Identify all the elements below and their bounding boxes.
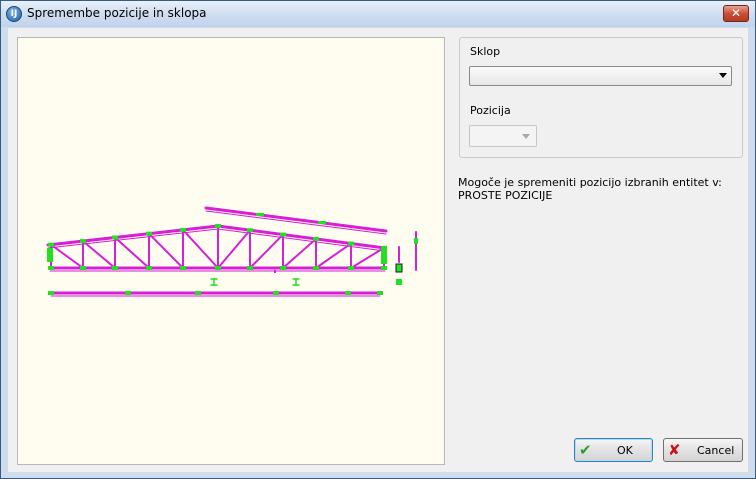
pozicija-dropdown[interactable] bbox=[469, 125, 537, 147]
connection-plate bbox=[180, 227, 186, 232]
info-line-2: PROSTE POZICIJE bbox=[458, 189, 553, 202]
web-diagonal bbox=[350, 246, 385, 269]
connection-plate bbox=[48, 242, 54, 247]
web-diagonal bbox=[182, 228, 219, 269]
connection-plate bbox=[345, 291, 351, 295]
connection-plate bbox=[348, 241, 354, 246]
chevron-down-icon bbox=[522, 134, 530, 139]
selected-block bbox=[395, 263, 403, 273]
connection-plate bbox=[414, 238, 418, 244]
connection-plate bbox=[381, 266, 387, 270]
dialog-window: IJ Spremembe pozicije in sklopa ✕ Sklop … bbox=[0, 0, 756, 479]
sklop-label: Sklop bbox=[470, 45, 501, 58]
connection-plate bbox=[313, 266, 319, 270]
connection-plate bbox=[396, 279, 402, 285]
connection-plate bbox=[48, 266, 54, 270]
small-mark bbox=[274, 270, 276, 273]
cancel-button[interactable]: ✘ Cancel bbox=[663, 438, 743, 462]
title-bar[interactable]: IJ Spremembe pozicije in sklopa ✕ bbox=[1, 1, 755, 27]
position-groupbox: Sklop Pozicija bbox=[459, 37, 743, 158]
top-chord-right-inner bbox=[217, 228, 386, 252]
cancel-icon: ✘ bbox=[668, 441, 681, 459]
connection-plate bbox=[313, 236, 319, 241]
dialog-body: Sklop Pozicija Mogoče je spremeniti pozi… bbox=[8, 28, 748, 472]
connection-plate bbox=[80, 239, 86, 244]
cancel-label: Cancel bbox=[697, 444, 735, 457]
web-diagonal bbox=[148, 232, 184, 269]
web-diagonal bbox=[315, 242, 352, 269]
end-plate-right bbox=[381, 250, 387, 264]
connection-plate bbox=[348, 266, 354, 270]
connection-plate bbox=[377, 291, 383, 295]
web-diagonal bbox=[217, 229, 251, 269]
ok-label: OK bbox=[617, 444, 633, 457]
connection-plate bbox=[215, 266, 221, 270]
connection-plate bbox=[195, 291, 201, 295]
roof-truss bbox=[46, 206, 418, 297]
connection-plate bbox=[381, 245, 387, 250]
top-chord-left bbox=[46, 224, 220, 247]
connection-plate bbox=[280, 266, 286, 270]
connection-plate bbox=[247, 228, 253, 233]
end-plate-left bbox=[47, 248, 53, 262]
checkmark-icon: ✔ bbox=[579, 441, 592, 459]
connection-plate bbox=[146, 266, 152, 270]
web-diagonal bbox=[114, 236, 150, 269]
connection-plate bbox=[112, 266, 118, 270]
sklop-dropdown[interactable] bbox=[469, 66, 732, 86]
connection-plate bbox=[280, 232, 286, 237]
connection-plate bbox=[247, 266, 253, 270]
info-line-1: Mogoče je spremeniti pozicijo izbranih e… bbox=[458, 176, 722, 189]
connection-plate bbox=[112, 235, 118, 240]
connection-plate bbox=[146, 231, 152, 236]
top-chord-left-inner bbox=[47, 228, 219, 249]
truss-preview-canvas[interactable] bbox=[17, 37, 445, 465]
close-button[interactable]: ✕ bbox=[723, 5, 749, 22]
web-diagonal bbox=[82, 240, 116, 269]
chevron-down-icon bbox=[719, 73, 727, 78]
rafter-plate bbox=[318, 221, 326, 224]
app-icon: IJ bbox=[6, 6, 22, 22]
web-diagonal bbox=[50, 243, 84, 269]
connection-plate bbox=[80, 266, 86, 270]
truss-drawing bbox=[46, 206, 418, 297]
pozicija-label: Pozicija bbox=[470, 104, 511, 117]
info-text: Mogoče je spremeniti pozicijo izbranih e… bbox=[458, 176, 743, 202]
web-diagonal bbox=[282, 237, 317, 269]
connection-plate bbox=[180, 266, 186, 270]
connection-plate bbox=[48, 291, 54, 295]
connection-plate bbox=[273, 291, 279, 295]
ok-button[interactable]: ✔ OK bbox=[574, 438, 653, 462]
connection-plate bbox=[215, 224, 221, 228]
connection-plate bbox=[125, 291, 131, 295]
web-diagonal bbox=[249, 233, 284, 269]
window-title: Spremembe pozicije in sklopa bbox=[27, 6, 207, 20]
close-icon: ✕ bbox=[730, 6, 742, 20]
rafter-plate bbox=[256, 213, 264, 216]
